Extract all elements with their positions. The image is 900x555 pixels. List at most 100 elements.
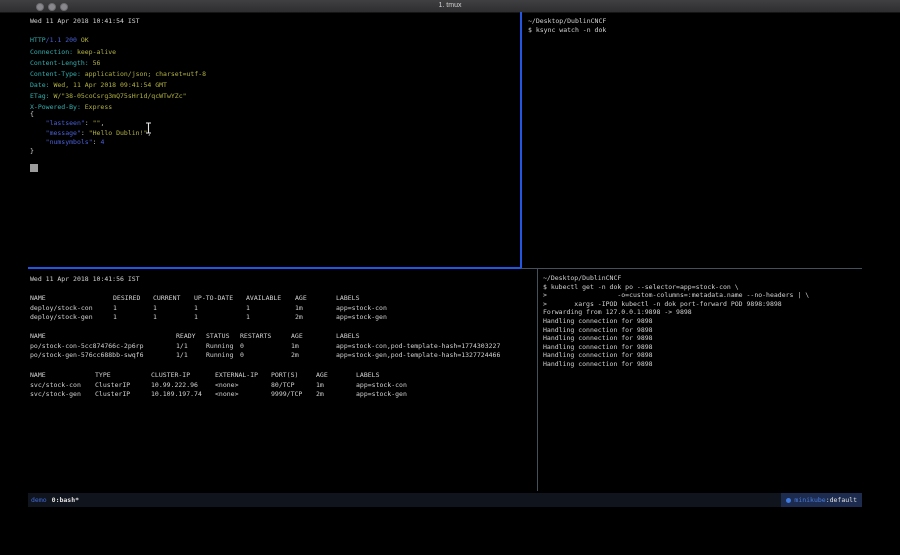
http-version-status: /1.1 200	[46, 36, 77, 44]
http-status-line: HTTP/1.1 200 OK	[30, 36, 89, 44]
table-cell: deploy/stock-con	[30, 304, 93, 314]
table-cell: app=stock-con	[356, 381, 407, 391]
table-cell: 1	[153, 304, 157, 314]
table-cell: LABELS	[336, 332, 359, 342]
table-cell: po/stock-con-5cc874766c-2p6rp	[30, 342, 144, 352]
command-lines: $ kubectl get -n dok po --selector=app=s…	[543, 283, 863, 309]
table-cell: po/stock-gen-576cc688bb-swqf6	[30, 351, 144, 361]
table-cell: 1	[194, 304, 198, 314]
pane-bottom-left-kubectl-get[interactable]: Wed 11 Apr 2018 10:41:56 IST NAME DESIRED…	[30, 269, 535, 489]
table-cell: ClusterIP	[95, 381, 130, 391]
table-cell: 2m	[295, 313, 303, 323]
table-cell: NAME	[30, 332, 46, 342]
table-cell: 1/1	[176, 351, 188, 361]
output-line: Forwarding from 127.0.0.1:9898 -> 9898	[543, 308, 863, 317]
table-cell: app=stock-gen,pod-template-hash=13277244…	[336, 351, 500, 361]
kube-namespace: :default	[826, 496, 857, 504]
table-cell: PORT(S)	[271, 371, 298, 381]
pane-top-right-ksync[interactable]: ~/Desktop/DublinCNCF $ ksync watch -n do…	[528, 14, 858, 267]
table-cell: LABELS	[336, 294, 359, 304]
pane-divider-vertical-bottom[interactable]	[537, 269, 538, 491]
table-cell: 10.109.197.74	[151, 390, 202, 400]
table-cell: EXTERNAL-IP	[215, 371, 258, 381]
table-cell: STATUS	[206, 332, 229, 342]
cwd-line: ~/Desktop/DublinCNCF	[528, 17, 858, 26]
table-cell: AGE	[316, 371, 328, 381]
table-cell: <none>	[215, 381, 238, 391]
timestamp-line: Wed 11 Apr 2018 10:41:54 IST	[30, 17, 140, 25]
json-body: { "lastseen": "", "message": "Hello Dubl…	[30, 110, 151, 156]
window-title: 1. tmux	[0, 2, 900, 9]
table-cell: AGE	[295, 294, 307, 304]
pane-top-left-http-response[interactable]: Wed 11 Apr 2018 10:41:54 IST HTTP/1.1 20…	[30, 14, 515, 264]
json-row: "numsymbols": 4	[30, 138, 151, 147]
command-line: > xargs -IPOD kubectl -n dok port-forwar…	[543, 300, 863, 309]
table-cell: 1m	[316, 381, 324, 391]
json-row: "lastseen": "",	[30, 119, 151, 128]
cwd-line: ~/Desktop/DublinCNCF	[543, 274, 863, 283]
table-cell: 2m	[316, 390, 324, 400]
output-line: Handling connection for 9898	[543, 360, 863, 369]
table-cell: CURRENT	[153, 294, 180, 304]
table-cell: 0	[240, 342, 244, 352]
table-cell: 1	[113, 304, 117, 314]
table-cell: 1m	[291, 342, 299, 352]
response-headers: Connection:keep-alive Content-Length:56 …	[30, 47, 206, 113]
window-titlebar[interactable]: 1. tmux	[0, 0, 900, 13]
window-tab[interactable]: 0:bash*	[52, 496, 79, 504]
table-cell: 1/1	[176, 342, 188, 352]
command-line: $ kubectl get -n dok po --selector=app=s…	[543, 283, 863, 292]
output-line: Handling connection for 9898	[543, 317, 863, 326]
table-cell: svc/stock-con	[30, 381, 81, 391]
table-cell: 1	[153, 313, 157, 323]
table-cell: Running	[206, 351, 233, 361]
header-line: Date:Wed, 11 Apr 2018 09:41:54 GMT	[30, 80, 206, 91]
table-cell: app=stock-con	[336, 304, 387, 314]
kube-context-segment: minikube :default	[781, 493, 862, 507]
table-cell: 1	[246, 304, 250, 314]
terminal-cursor	[30, 164, 38, 172]
table-cell: svc/stock-gen	[30, 390, 81, 400]
table-cell: READY	[176, 332, 196, 342]
table-cell: CLUSTER-IP	[151, 371, 190, 381]
table-cell: deploy/stock-gen	[30, 313, 93, 323]
output-lines: Forwarding from 127.0.0.1:9898 -> 9898Ha…	[543, 308, 863, 368]
table-cell: AVAILABLE	[246, 294, 281, 304]
output-line: Handling connection for 9898	[543, 343, 863, 352]
pane-divider-vertical-top[interactable]	[520, 12, 522, 268]
command-line: $ ksync watch -n dok	[528, 26, 858, 35]
table-cell: AGE	[291, 332, 303, 342]
http-proto: HTTP	[30, 36, 46, 44]
table-cell: TYPE	[95, 371, 111, 381]
table-cell: 2m	[291, 351, 299, 361]
mouse-cursor-ibeam-icon	[145, 122, 153, 134]
session-name: demo	[31, 496, 47, 504]
tmux-status-bar: demo 0:bash* minikube :default	[28, 493, 862, 507]
table-cell: 1m	[295, 304, 303, 314]
table-cell: app=stock-con,pod-template-hash=17743032…	[336, 342, 500, 352]
table-cell: RESTARTS	[240, 332, 271, 342]
table-cell: ClusterIP	[95, 390, 130, 400]
table-cell: LABELS	[356, 371, 379, 381]
header-line: Content-Length:56	[30, 58, 206, 69]
pane-bottom-right-port-forward[interactable]: ~/Desktop/DublinCNCF $ kubectl get -n do…	[543, 269, 863, 494]
output-line: Handling connection for 9898	[543, 326, 863, 335]
kubernetes-helm-icon	[786, 498, 791, 503]
timestamp-line: Wed 11 Apr 2018 10:41:56 IST	[30, 275, 140, 285]
command-line: > -o=custom-columns=:metadata.name --no-…	[543, 291, 863, 300]
table-cell: <none>	[215, 390, 238, 400]
json-open-brace: {	[30, 110, 151, 119]
json-close-brace: }	[30, 147, 151, 156]
header-line: ETag:W/"38-05coCsrg3mQ75sHr1d/qcWTwYZc"	[30, 91, 206, 102]
kube-context: minikube	[794, 496, 825, 504]
table-cell: DESIRED	[113, 294, 140, 304]
output-line: Handling connection for 9898	[543, 351, 863, 360]
header-line: Content-Type:application/json; charset=u…	[30, 69, 206, 80]
table-cell: Running	[206, 342, 233, 352]
table-cell: NAME	[30, 294, 46, 304]
table-cell: 9999/TCP	[271, 390, 302, 400]
table-cell: 1	[194, 313, 198, 323]
output-line: Handling connection for 9898	[543, 334, 863, 343]
http-reason: OK	[81, 36, 89, 44]
table-cell: app=stock-gen	[356, 390, 407, 400]
